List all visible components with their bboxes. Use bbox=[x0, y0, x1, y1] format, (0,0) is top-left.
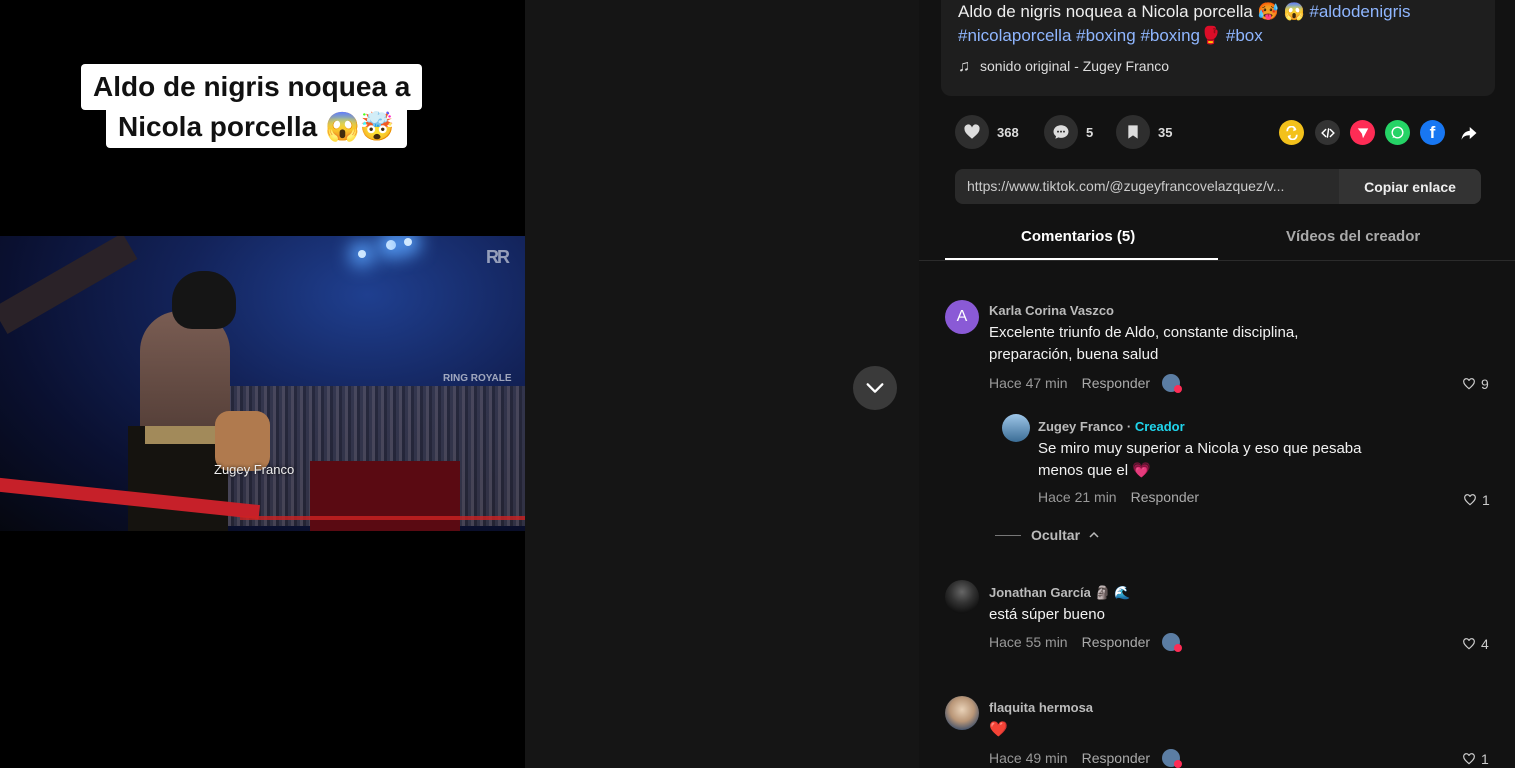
avatar[interactable] bbox=[945, 696, 979, 730]
stage-light bbox=[386, 240, 396, 250]
comment-meta: Hace 49 min Responder bbox=[989, 749, 1183, 768]
video-caption-line-2: Nicola porcella 😱🤯 bbox=[106, 106, 407, 148]
comment-time: Hace 49 min bbox=[989, 750, 1068, 766]
comment-text: ❤️ bbox=[989, 721, 1008, 738]
chevron-down-icon bbox=[866, 383, 884, 393]
whatsapp-icon[interactable] bbox=[1385, 120, 1410, 145]
hashtag-link[interactable]: #boxing🥊 bbox=[1140, 26, 1221, 45]
heart-icon bbox=[955, 115, 989, 149]
heart-outline-icon bbox=[1463, 638, 1475, 650]
heart-outline-icon bbox=[1463, 753, 1475, 765]
broadcaster-logo: RR bbox=[486, 247, 510, 267]
video-frame: RR RING ROYALE bbox=[0, 236, 525, 531]
avatar-letter: A bbox=[956, 308, 968, 325]
reply-button[interactable]: Responder bbox=[1082, 634, 1151, 650]
comment-stat[interactable]: 5 bbox=[1044, 115, 1093, 149]
comment-like-button[interactable]: 4 bbox=[1462, 636, 1489, 652]
post-description-card: Aldo de nigris noquea a Nicola porcella … bbox=[941, 0, 1495, 96]
comment-text: Excelente triunfo de Aldo, constante dis… bbox=[989, 324, 1299, 363]
avatar[interactable]: A bbox=[945, 300, 979, 334]
hide-label: Ocultar bbox=[1031, 527, 1081, 543]
copy-link-button[interactable]: Copiar enlace bbox=[1339, 169, 1481, 204]
comment-meta: Hace 47 min Responder bbox=[989, 374, 1183, 393]
reply-username: Zugey Franco bbox=[1038, 419, 1124, 434]
repost-icon[interactable] bbox=[1279, 120, 1304, 145]
hashtag-link[interactable]: #nicolaporcella bbox=[958, 26, 1071, 45]
like-count: 368 bbox=[997, 124, 1019, 140]
heart-outline-icon bbox=[1463, 378, 1475, 390]
like-stat[interactable]: 368 bbox=[955, 115, 1019, 149]
comment-like-count: 1 bbox=[1481, 751, 1489, 767]
video-player[interactable]: Aldo de nigris noquea a Nicola porcella … bbox=[0, 0, 525, 768]
comment-like-count: 1 bbox=[1482, 492, 1490, 508]
creator-liked-avatar bbox=[1162, 374, 1183, 393]
reply-button[interactable]: Responder bbox=[1082, 750, 1151, 766]
comment-like-count: 9 bbox=[1481, 376, 1489, 392]
embed-icon[interactable] bbox=[1315, 120, 1340, 145]
ring-corner-post bbox=[310, 461, 460, 531]
video-caption-line-1: Aldo de nigris noquea a bbox=[81, 64, 423, 110]
comment-like-count: 4 bbox=[1481, 636, 1489, 652]
ring-royale-banner: RING ROYALE bbox=[443, 373, 512, 384]
comment-bubble-icon bbox=[1044, 115, 1078, 149]
avatar[interactable] bbox=[945, 580, 979, 614]
comment-time: Hace 21 min bbox=[1038, 489, 1117, 505]
sound-link[interactable]: ♫ sonido original - Zugey Franco bbox=[958, 58, 1169, 76]
comment-username[interactable]: flaquita hermosa bbox=[989, 700, 1093, 715]
share-arrow-icon[interactable] bbox=[1456, 120, 1481, 145]
sound-name: sonido original - Zugey Franco bbox=[980, 58, 1170, 74]
avatar[interactable] bbox=[1002, 414, 1030, 442]
hashtag-link[interactable]: #boxing bbox=[1076, 26, 1136, 45]
ring-rope bbox=[240, 516, 525, 520]
creator-liked-avatar bbox=[1162, 749, 1183, 768]
heart-outline-icon bbox=[1464, 494, 1476, 506]
hide-replies-button[interactable]: Ocultar bbox=[995, 527, 1100, 543]
tab-creator-videos[interactable]: Vídeos del creador bbox=[1286, 228, 1420, 245]
comment-count: 5 bbox=[1086, 124, 1094, 140]
save-stat[interactable]: 35 bbox=[1116, 115, 1172, 149]
send-to-friends-icon[interactable] bbox=[1350, 120, 1375, 145]
boxer-headgear bbox=[172, 271, 236, 329]
comment-like-button[interactable]: 9 bbox=[1462, 376, 1489, 392]
reply-button[interactable]: Responder bbox=[1131, 489, 1200, 505]
comment-text: Se miro muy superior a Nicola y eso que … bbox=[1038, 440, 1362, 479]
comment-time: Hace 55 min bbox=[989, 634, 1068, 650]
description-text: Aldo de nigris noquea a Nicola porcella … bbox=[958, 2, 1305, 21]
chevron-up-icon bbox=[1089, 531, 1099, 538]
comment-like-button[interactable]: 1 bbox=[1462, 751, 1489, 767]
tab-divider bbox=[919, 260, 1515, 261]
hashtag-link[interactable]: #box bbox=[1226, 26, 1263, 45]
next-video-button[interactable] bbox=[853, 366, 897, 410]
comment-meta: Hace 55 min Responder bbox=[989, 633, 1183, 652]
tab-comments[interactable]: Comentarios (5) bbox=[1021, 228, 1135, 245]
creator-badge: Creador bbox=[1134, 419, 1185, 434]
facebook-icon[interactable]: f bbox=[1420, 120, 1445, 145]
comment-username[interactable]: Zugey Franco · Creador bbox=[1038, 419, 1185, 434]
corner-arm bbox=[0, 236, 138, 334]
divider-line bbox=[995, 534, 1021, 536]
comment-username[interactable]: Karla Corina Vaszco bbox=[989, 303, 1114, 318]
save-count: 35 bbox=[1158, 124, 1173, 140]
creator-watermark: Zugey Franco bbox=[214, 462, 295, 477]
share-link-field[interactable]: https://www.tiktok.com/@zugeyfrancovelaz… bbox=[967, 178, 1337, 194]
comment-username[interactable]: Jonathan García 🗿 🌊 bbox=[989, 585, 1130, 601]
comment-like-button[interactable]: 1 bbox=[1463, 492, 1490, 508]
comment-text: está súper bueno bbox=[989, 606, 1105, 623]
reply-button[interactable]: Responder bbox=[1082, 375, 1151, 391]
post-description: Aldo de nigris noquea a Nicola porcella … bbox=[958, 0, 1478, 48]
creator-liked-avatar bbox=[1162, 633, 1183, 652]
stage-light bbox=[404, 238, 412, 246]
comment-time: Hace 47 min bbox=[989, 375, 1068, 391]
side-panel: Aldo de nigris noquea a Nicola porcella … bbox=[919, 0, 1515, 768]
music-note-icon: ♫ bbox=[958, 58, 970, 75]
comment-meta: Hace 21 min Responder bbox=[1038, 489, 1199, 505]
bookmark-icon bbox=[1116, 115, 1150, 149]
stage-light bbox=[358, 250, 366, 258]
video-stage: Aldo de nigris noquea a Nicola porcella … bbox=[0, 0, 919, 768]
share-link-row: https://www.tiktok.com/@zugeyfrancovelaz… bbox=[955, 169, 1481, 204]
hashtag-link[interactable]: #aldodenigris bbox=[1309, 2, 1410, 21]
